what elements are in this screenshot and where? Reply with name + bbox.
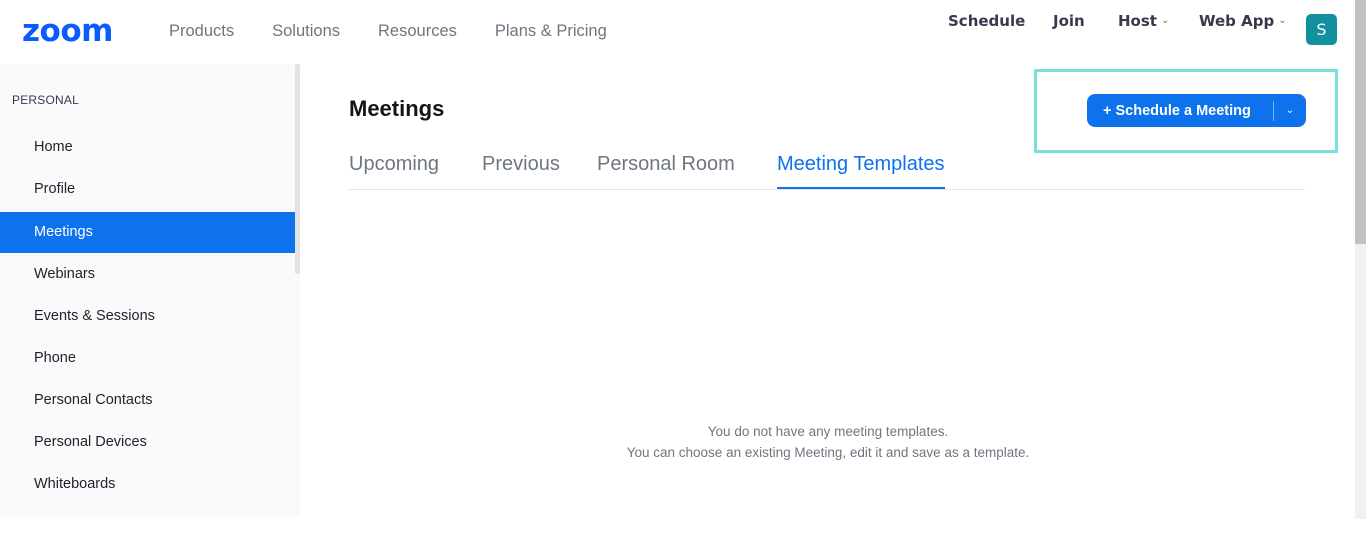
meeting-tabs: Upcoming Previous Personal Room Meeting … — [349, 152, 1305, 190]
sidebar-item-home[interactable]: Home — [0, 127, 295, 168]
sidebar-item-profile[interactable]: Profile — [0, 169, 295, 210]
sidebar-item-meetings[interactable]: Meetings — [0, 212, 295, 253]
page-title: Meetings — [349, 96, 445, 121]
primary-nav: Products Solutions Resources Plans & Pri… — [169, 20, 645, 42]
nav-products[interactable]: Products — [169, 20, 234, 42]
sidebar-item-events-sessions[interactable]: Events & Sessions — [0, 296, 295, 337]
nav-solutions[interactable]: Solutions — [272, 20, 340, 42]
tab-meeting-templates[interactable]: Meeting Templates — [777, 152, 945, 189]
chevron-down-icon: ⌄ — [1160, 15, 1170, 27]
sidebar-item-webinars[interactable]: Webinars — [0, 254, 295, 295]
schedule-meeting-label[interactable]: + Schedule a Meeting — [1087, 103, 1273, 119]
nav-plans-pricing[interactable]: Plans & Pricing — [495, 20, 607, 42]
schedule-meeting-button[interactable]: + Schedule a Meeting ⌄ — [1087, 94, 1306, 127]
nav-host-label: Host — [1118, 11, 1157, 30]
page-scrollbar[interactable] — [1355, 64, 1366, 519]
empty-state-hint: You can choose an existing Meeting, edit… — [626, 445, 1030, 460]
sidebar-section-personal: PERSONAL — [12, 93, 79, 107]
sidebar-item-phone[interactable]: Phone — [0, 338, 295, 379]
sidebar-item-personal-devices[interactable]: Personal Devices — [0, 422, 295, 463]
page-scrollbar-upper[interactable] — [1355, 0, 1366, 64]
nav-join[interactable]: Join — [1053, 10, 1085, 32]
top-navigation-bar: zoom Products Solutions Resources Plans … — [0, 0, 1366, 64]
sidebar-item-whiteboards[interactable]: Whiteboards — [0, 464, 295, 505]
empty-state-message: You do not have any meeting templates. — [707, 424, 949, 439]
nav-host[interactable]: Host ⌄ — [1118, 10, 1169, 33]
sidebar-item-personal-contacts[interactable]: Personal Contacts — [0, 380, 295, 421]
chevron-down-icon[interactable]: ⌄ — [1274, 105, 1306, 116]
nav-web-app[interactable]: Web App ⌄ — [1199, 10, 1287, 33]
tab-personal-room[interactable]: Personal Room — [597, 152, 735, 176]
nav-resources[interactable]: Resources — [378, 20, 457, 42]
nav-web-app-label: Web App — [1199, 11, 1275, 30]
chevron-down-icon: ⌄ — [1278, 15, 1287, 27]
zoom-logo[interactable]: zoom — [22, 14, 113, 48]
nav-schedule[interactable]: Schedule — [948, 10, 1025, 32]
sidebar-scrollbar-thumb[interactable] — [295, 64, 300, 274]
tab-upcoming[interactable]: Upcoming — [349, 152, 439, 176]
tab-previous[interactable]: Previous — [482, 152, 560, 176]
user-avatar[interactable]: S — [1306, 14, 1337, 45]
page-scrollbar-thumb[interactable] — [1355, 64, 1366, 244]
